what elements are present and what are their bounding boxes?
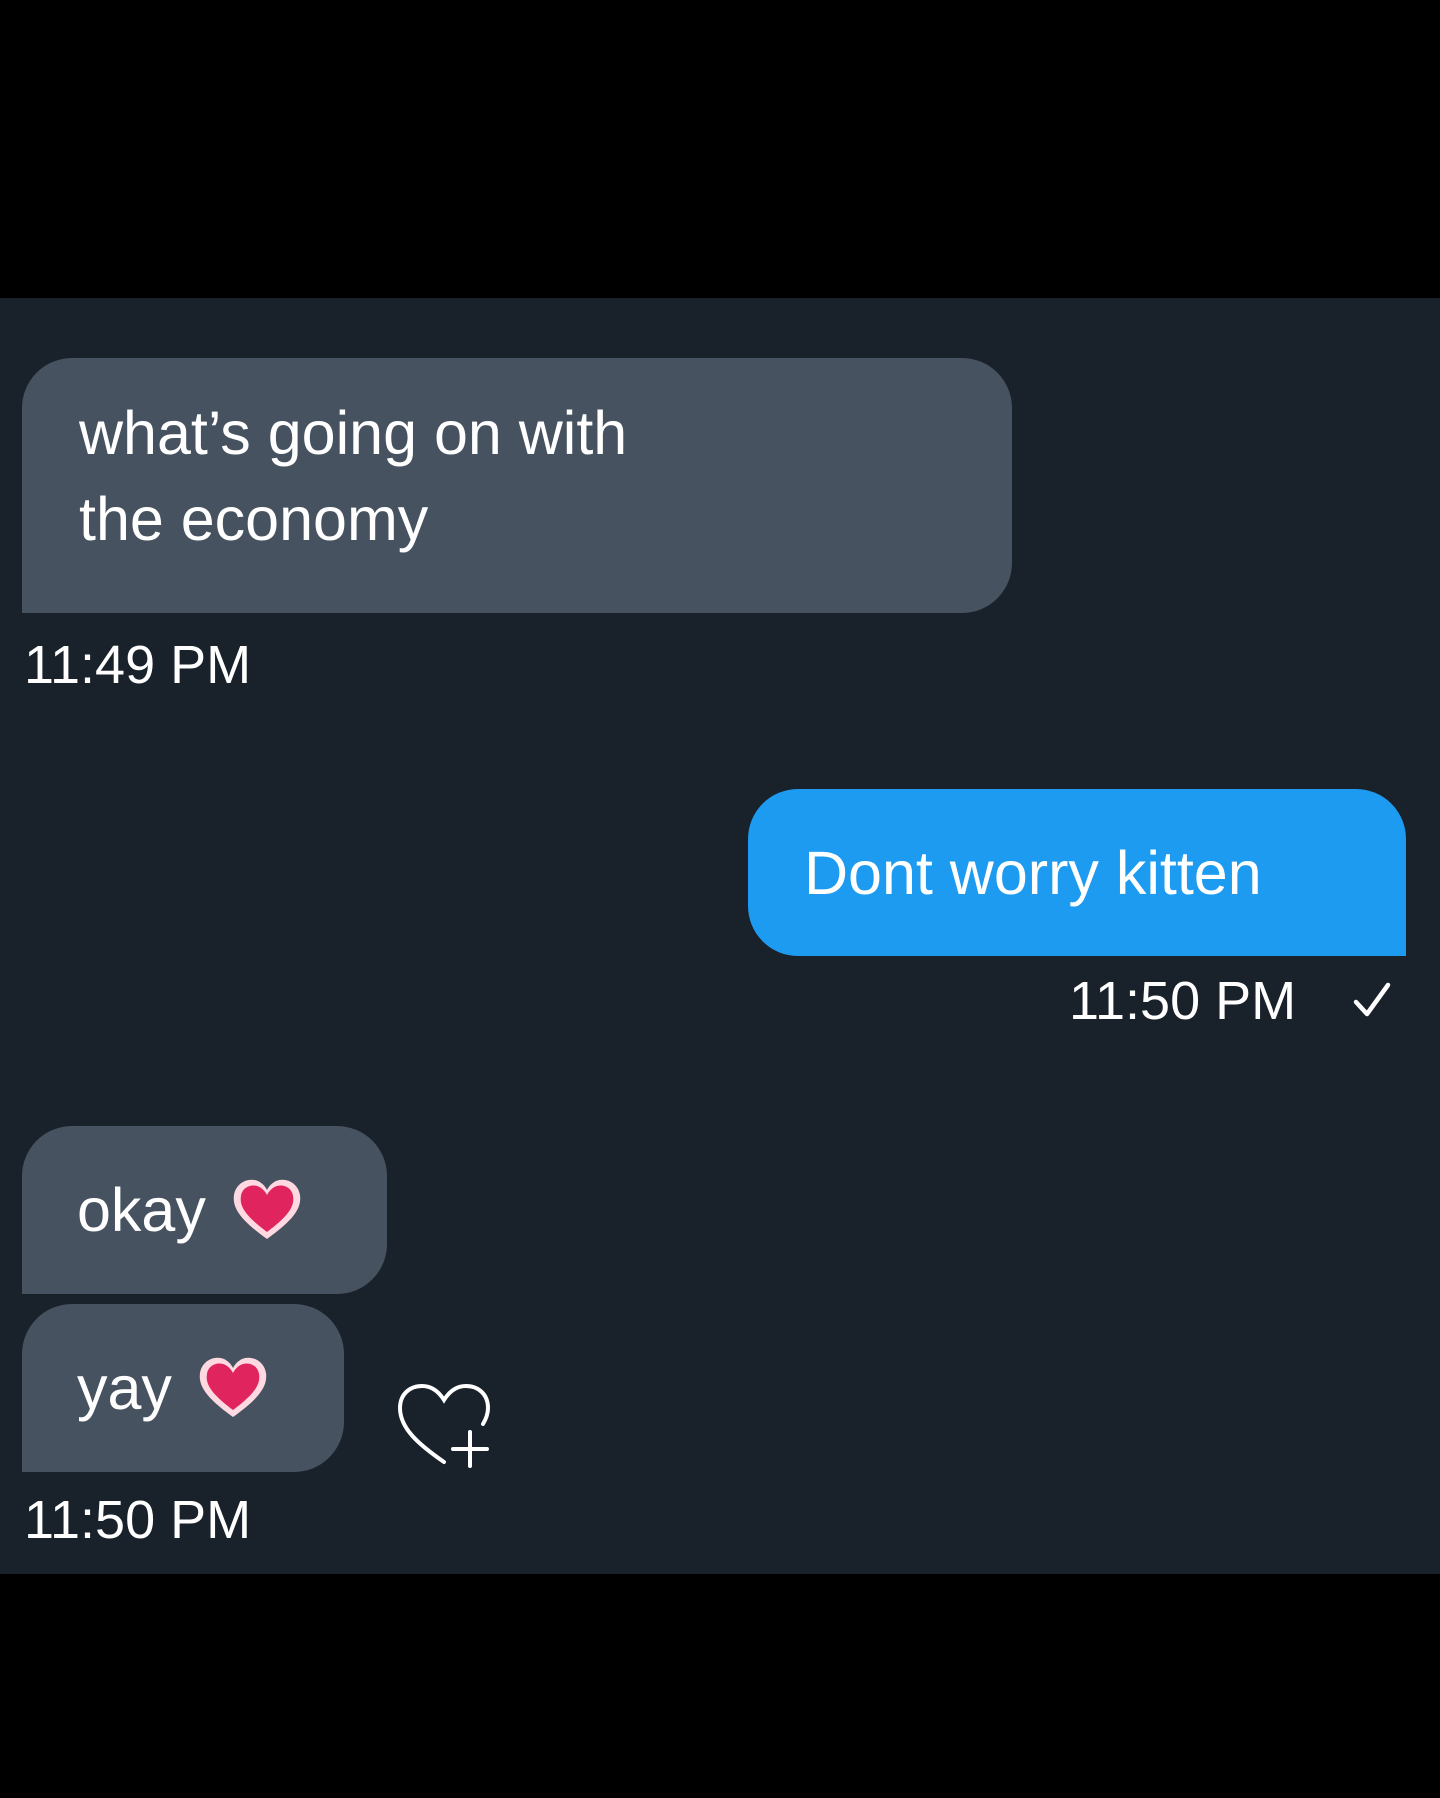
incoming-message-bubble[interactable]: okay [22,1126,387,1294]
outgoing-message-bubble[interactable]: Dont worry kitten [748,789,1406,956]
message-text: Dont worry kitten [804,838,1262,907]
message-text: yay [77,1354,172,1422]
message-timestamp: 11:50 PM [1069,971,1297,1031]
message-timestamp: 11:50 PM [24,1490,252,1550]
heart-emoji-icon [233,1179,301,1239]
heart-emoji-icon [199,1357,267,1417]
incoming-message-bubble[interactable]: yay [22,1304,344,1472]
checkmark-icon [1353,982,1391,1017]
message-text-line: what’s going on with [79,399,628,467]
add-reaction-heart-plus-icon[interactable] [392,1374,496,1474]
message-text: okay [77,1176,206,1244]
chat-thread: what’s going on with the economy 11:49 P… [0,298,1440,1574]
incoming-message-bubble[interactable]: what’s going on with the economy [22,358,1012,613]
message-text-line: the economy [79,485,429,553]
message-timestamp: 11:49 PM [24,635,252,695]
